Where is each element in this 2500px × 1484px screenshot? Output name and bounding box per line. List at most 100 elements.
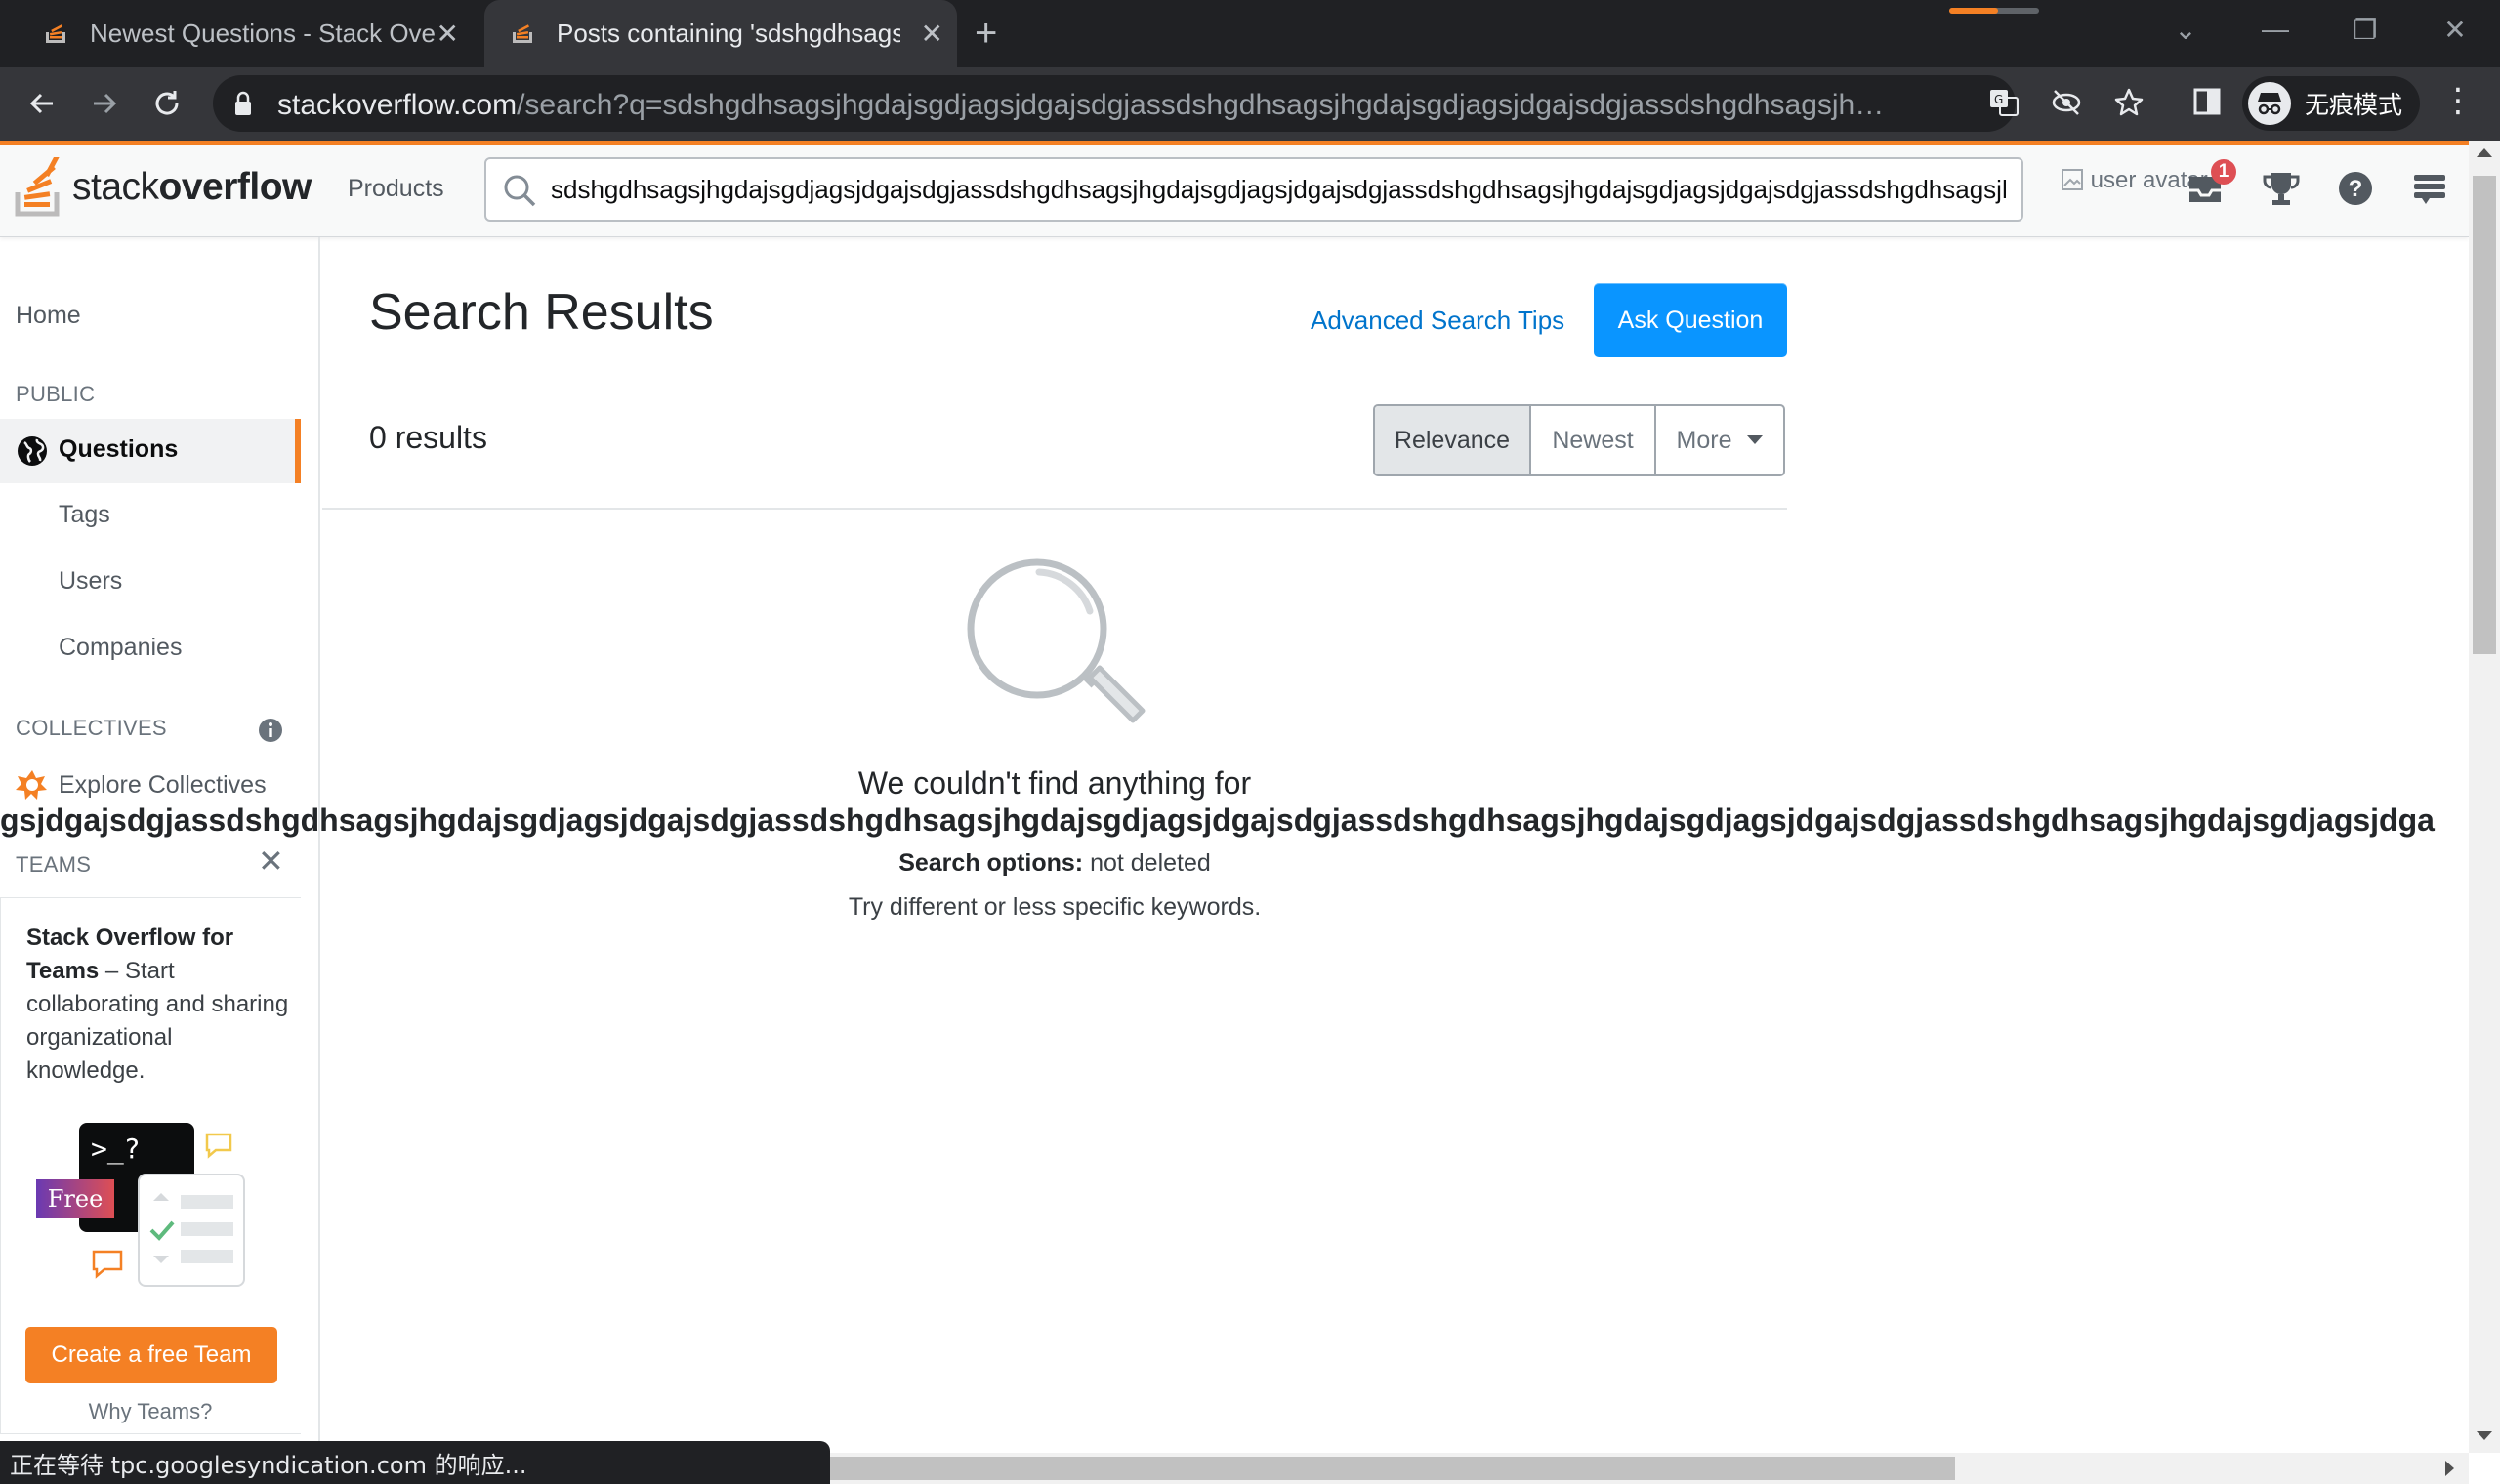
- tab-more[interactable]: More: [1654, 406, 1783, 474]
- sidebar-item-companies[interactable]: Companies: [59, 634, 182, 662]
- help-icon[interactable]: ?: [2334, 167, 2377, 210]
- scroll-right-arrow-icon[interactable]: [2445, 1461, 2454, 1476]
- sidebar-item-questions[interactable]: Questions: [0, 419, 301, 483]
- terminal-prompt: >_?: [91, 1133, 141, 1165]
- side-panel-icon[interactable]: [2189, 87, 2225, 122]
- close-window-button[interactable]: ✕: [2416, 0, 2494, 59]
- reload-icon: [155, 91, 179, 115]
- tab-close-icon[interactable]: ✕: [437, 18, 459, 50]
- site-search-input[interactable]: sdshgdhsagsjhgdajsgdjagsjdgajsdgjassdshg…: [484, 157, 2023, 222]
- new-tab-button[interactable]: +: [975, 14, 997, 53]
- forward-button[interactable]: [82, 81, 127, 126]
- tab-search-posts[interactable]: Posts containing 'sdshgdhsagsjhgdajsgdja…: [484, 0, 957, 67]
- incognito-icon: [2248, 82, 2291, 125]
- sidebar-header-collectives: COLLECTIVES: [16, 716, 167, 740]
- tab-more-label: More: [1676, 426, 1732, 454]
- left-sidebar: Home PUBLIC Questions Tags Users Compani…: [0, 237, 320, 1443]
- so-topbar: stackoverflow Products sdshgdhsagsjhgdaj…: [0, 145, 2469, 237]
- search-options-text: Search options: not deleted: [684, 849, 1426, 878]
- sidebar-item-explore-collectives[interactable]: Explore Collectives: [59, 771, 267, 800]
- translate-icon[interactable]: G: [1986, 87, 2021, 122]
- search-options-value: not deleted: [1083, 849, 1211, 877]
- checklist-icon: [149, 1193, 233, 1263]
- incognito-profile-button[interactable]: 无痕模式: [2242, 76, 2420, 131]
- address-bar[interactable]: stackoverflow.com/search?q=sdshgdhsagsjh…: [213, 75, 2144, 132]
- try-different-text: Try different or less specific keywords.: [848, 893, 1262, 921]
- vertical-scrollbar[interactable]: [2469, 141, 2500, 1453]
- tab-title: Newest Questions - Stack Overflow: [90, 19, 436, 48]
- forward-arrow-icon: [94, 93, 117, 114]
- results-divider: [322, 508, 1787, 510]
- status-bubble: 正在等待 tpc.googlesyndication.com 的响应...: [0, 1441, 830, 1484]
- browser-window: { "browser": { "tabs": [ {"title": "Newe…: [0, 0, 2500, 1484]
- reload-button[interactable]: [145, 81, 189, 126]
- tab-relevance[interactable]: Relevance: [1375, 406, 1529, 474]
- globe-icon: [18, 436, 47, 466]
- lock-icon: [235, 91, 251, 115]
- tab-close-icon[interactable]: ✕: [921, 18, 943, 50]
- url-text: stackoverflow.com/search?q=sdshgdhsagsjh…: [277, 89, 1898, 122]
- sidebar-item-users[interactable]: Users: [59, 567, 122, 596]
- sidebar-item-tags[interactable]: Tags: [59, 501, 110, 529]
- browser-menu-icon[interactable]: ⋮: [2441, 81, 2475, 120]
- sort-tabs: Relevance Newest More: [1373, 404, 1785, 476]
- collectives-icon: [16, 770, 47, 800]
- why-teams-link[interactable]: Why Teams?: [0, 1399, 301, 1424]
- tab-title: Posts containing 'sdshgdhsagsjhgdajsgdja…: [557, 19, 900, 48]
- stackoverflow-logo[interactable]: stackoverflow: [14, 155, 312, 220]
- sidebar-item-home[interactable]: Home: [16, 302, 81, 330]
- teams-illustration: >_? Free: [36, 1123, 261, 1298]
- caret-down-icon: [1747, 435, 1764, 444]
- browser-toolbar: stackoverflow.com/search?q=sdshgdhsagsjh…: [0, 67, 2500, 141]
- search-options-label: Search options:: [898, 849, 1084, 877]
- broken-image-icon: [2062, 169, 2083, 190]
- horizontal-scrollbar-thumb[interactable]: [828, 1457, 1955, 1480]
- sidebar-item-label: Questions: [59, 435, 179, 463]
- empty-state-title: We couldn't find anything for: [857, 765, 1252, 801]
- logo-text-overflow: overflow: [158, 166, 312, 208]
- url-path: /search?q=sdshgdhsagsjhgdajsgdjagsjdgajs…: [517, 89, 1898, 121]
- tab-newest-questions[interactable]: Newest Questions - Stack Overflow ✕: [0, 0, 473, 67]
- restore-button[interactable]: ❐: [2326, 0, 2404, 59]
- search-icon: [504, 175, 536, 207]
- bookmark-star-icon[interactable]: [2111, 87, 2146, 122]
- tab-newest[interactable]: Newest: [1529, 406, 1654, 474]
- tab-search-dropdown-icon[interactable]: ⌄: [2146, 0, 2225, 59]
- scroll-down-arrow-icon[interactable]: [2477, 1431, 2492, 1440]
- vertical-scrollbar-thumb[interactable]: [2473, 176, 2496, 654]
- stackoverflow-favicon-icon: [43, 21, 70, 48]
- empty-state-query: gsjdgajsdgjassdshgdhsagsjhgdajsgdjagsjdg…: [0, 803, 2435, 838]
- achievements-trophy-icon[interactable]: [2260, 167, 2303, 210]
- download-progress-indicator: [1949, 8, 2039, 14]
- stackoverflow-favicon-icon: [510, 21, 537, 48]
- teams-promo-text: Stack Overflow for Teams – Start collabo…: [26, 922, 290, 1088]
- sidebar-header-public: PUBLIC: [16, 382, 96, 406]
- inbox-badge: 1: [2211, 159, 2236, 185]
- tracking-blocked-eye-icon[interactable]: [2049, 87, 2084, 122]
- products-menu[interactable]: Products: [348, 175, 444, 203]
- svg-text:?: ?: [2349, 176, 2363, 202]
- sidebar-header-teams: TEAMS: [16, 852, 92, 877]
- profile-label: 无痕模式: [2305, 91, 2403, 119]
- svg-text:G: G: [1994, 93, 2003, 106]
- create-free-team-button[interactable]: Create a free Team: [25, 1327, 277, 1383]
- minimize-button[interactable]: —: [2236, 0, 2314, 59]
- page-title: Search Results: [369, 284, 714, 341]
- chat-bubble-icon: [92, 1250, 123, 1279]
- magnifier-empty-state-icon: [967, 558, 1146, 723]
- site-switcher-icon[interactable]: [2408, 167, 2451, 210]
- results-count: 0 results: [369, 420, 487, 455]
- logo-text: stackoverflow: [72, 166, 312, 209]
- url-host: stackoverflow.com: [277, 89, 518, 121]
- chat-bubble-icon: [205, 1133, 232, 1159]
- teams-close-icon[interactable]: ✕: [258, 843, 284, 880]
- stackoverflow-logo-icon: [15, 157, 61, 217]
- search-query-text: sdshgdhsagsjhgdajsgdjagsjdgajsdgjassdshg…: [551, 175, 2006, 204]
- advanced-search-tips-link[interactable]: Advanced Search Tips: [1311, 306, 1564, 336]
- info-icon[interactable]: [258, 718, 283, 743]
- ask-question-button[interactable]: Ask Question: [1594, 283, 1787, 357]
- free-badge: Free: [36, 1179, 114, 1218]
- back-button[interactable]: [20, 81, 64, 126]
- tab-strip: Newest Questions - Stack Overflow ✕ Post…: [0, 0, 2500, 67]
- scroll-up-arrow-icon[interactable]: [2477, 148, 2492, 157]
